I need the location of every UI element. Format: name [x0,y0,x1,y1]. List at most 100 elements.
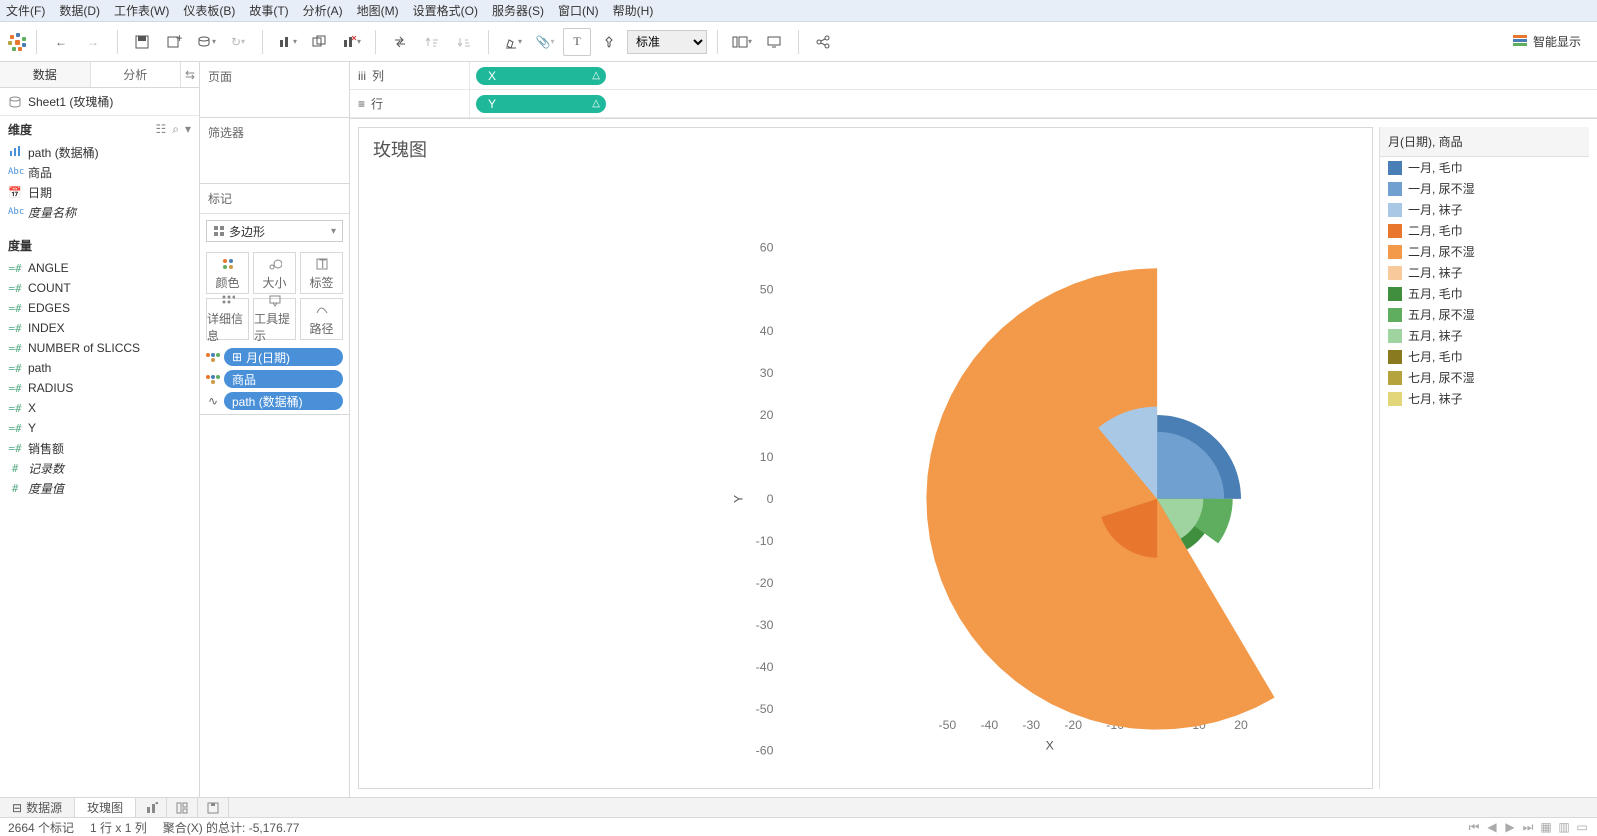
duplicate-sheet-button[interactable] [305,28,333,56]
measure-field[interactable]: =#COUNT [0,278,199,298]
highlight-button[interactable]: ▾ [499,28,527,56]
nav-prev-icon[interactable]: ◀ [1485,820,1499,835]
filmstrip-icon[interactable]: ▦ [1539,820,1553,835]
menu-dashboard[interactable]: 仪表板(B) [183,2,235,19]
color-pill-month[interactable]: ⊞月(日期) [206,348,343,366]
filters-card[interactable]: 筛选器 [200,118,349,184]
rows-label: 行 [371,95,383,112]
measure-field[interactable]: #记录数 [0,458,199,478]
sort-desc-button[interactable] [450,28,478,56]
datasource-row[interactable]: Sheet1 (玫瑰桶) [0,88,199,116]
clear-sheet-button[interactable]: ▾ [337,28,365,56]
menu-file[interactable]: 文件(F) [6,2,45,19]
legend-item[interactable]: 七月, 毛巾 [1380,346,1589,367]
mark-color-button[interactable]: 颜色 [206,252,249,294]
menu-story[interactable]: 故事(T) [249,2,288,19]
menu-worksheet[interactable]: 工作表(W) [114,2,169,19]
measure-field[interactable]: =#NUMBER of SLICCS [0,338,199,358]
tab-connect-icon[interactable]: ⇆ [181,62,199,87]
tab-datasource[interactable]: ⊟数据源 [0,798,75,817]
text-button[interactable]: T [563,28,591,56]
legend-item[interactable]: 一月, 毛巾 [1380,157,1589,178]
legend-item[interactable]: 一月, 尿不湿 [1380,178,1589,199]
new-worksheet-tab[interactable]: + [136,798,167,817]
nav-next-icon[interactable]: ▶ [1503,820,1517,835]
measure-field[interactable]: =#path [0,358,199,378]
menu-server[interactable]: 服务器(S) [492,2,544,19]
menu-format[interactable]: 设置格式(O) [413,2,478,19]
menu-map[interactable]: 地图(M) [357,2,399,19]
mark-detail-button[interactable]: 详细信息 [206,298,249,340]
measure-field[interactable]: =#X [0,398,199,418]
tabs-icon[interactable]: ▭ [1575,820,1589,835]
sheets-icon[interactable]: ▥ [1557,820,1571,835]
refresh-button[interactable]: ↻▾ [224,28,252,56]
mark-label-button[interactable]: T标签 [300,252,343,294]
legend-item[interactable]: 一月, 袜子 [1380,199,1589,220]
menu-window[interactable]: 窗口(N) [558,2,599,19]
chart-card[interactable]: 玫瑰图 -60-50-40-30-20-100102030405060 -50-… [358,127,1373,789]
menu-help[interactable]: 帮助(H) [613,2,654,19]
tab-sheet-rose[interactable]: 玫瑰图 [75,798,136,817]
mark-size-button[interactable]: 大小 [253,252,296,294]
color-pill-product[interactable]: 商品 [206,370,343,388]
share-button[interactable] [809,28,837,56]
measure-field[interactable]: =#RADIUS [0,378,199,398]
rows-shelf[interactable]: ≡行 Y△ [350,90,1597,118]
legend-item[interactable]: 二月, 毛巾 [1380,220,1589,241]
measure-field[interactable]: #度量值 [0,478,199,498]
path-pill[interactable]: ∿ path (数据桶) [206,392,343,410]
search-field-icon[interactable]: ⌕ [172,122,179,137]
dimension-field[interactable]: 📅日期 [0,182,199,202]
swap-button[interactable] [386,28,414,56]
show-cards-button[interactable]: ▾ [728,28,756,56]
measure-field[interactable]: =#INDEX [0,318,199,338]
rose-chart[interactable]: -60-50-40-30-20-100102030405060 -50-40-3… [359,128,1372,788]
mark-type-select[interactable]: 多边形 [206,220,343,242]
legend-item[interactable]: 五月, 袜子 [1380,325,1589,346]
dimension-field[interactable]: Abc度量名称 [0,202,199,222]
back-button[interactable]: ← [47,28,75,56]
row-pill-y[interactable]: Y△ [476,95,606,113]
measure-field[interactable]: =#EDGES [0,298,199,318]
mark-path-button[interactable]: 路径 [300,298,343,340]
legend-item[interactable]: 五月, 毛巾 [1380,283,1589,304]
measure-field[interactable]: =#ANGLE [0,258,199,278]
forward-button[interactable]: → [79,28,107,56]
sort-asc-button[interactable] [418,28,446,56]
save-button[interactable] [128,28,156,56]
dimension-field[interactable]: path (数据桶) [0,142,199,162]
measure-field[interactable]: =#Y [0,418,199,438]
pages-card[interactable]: 页面 [200,62,349,118]
new-dashboard-tab[interactable] [167,798,198,817]
columns-shelf[interactable]: iii列 X△ [350,62,1597,90]
legend-item[interactable]: 七月, 袜子 [1380,388,1589,409]
tab-analysis[interactable]: 分析 [91,62,182,87]
dimension-field[interactable]: Abc商品 [0,162,199,182]
nav-first-icon[interactable]: ⏮ [1467,820,1481,835]
tab-data[interactable]: 数据 [0,62,91,87]
legend-item[interactable]: 七月, 尿不湿 [1380,367,1589,388]
legend-item[interactable]: 五月, 尿不湿 [1380,304,1589,325]
pin-button[interactable] [595,28,623,56]
menu-analysis[interactable]: 分析(A) [303,2,343,19]
pause-autoupdate-button[interactable]: ▾ [192,28,220,56]
group-button[interactable]: 📎▾ [531,28,559,56]
tableau-logo-icon[interactable] [8,33,26,51]
fields-menu-icon[interactable]: ▾ [185,122,191,137]
view-as-icon[interactable]: ☷ [155,122,166,137]
new-story-tab[interactable] [198,798,229,817]
fit-select[interactable]: 标准 [627,30,707,54]
legend-item[interactable]: 二月, 袜子 [1380,262,1589,283]
menu-data[interactable]: 数据(D) [59,2,100,19]
show-me-button[interactable]: 智能显示 [1505,29,1589,54]
legend-item[interactable]: 二月, 尿不湿 [1380,241,1589,262]
measure-field[interactable]: =#销售额 [0,438,199,458]
mark-tooltip-button[interactable]: 工具提示 [253,298,296,340]
new-datasource-button[interactable]: + [160,28,188,56]
new-worksheet-button[interactable]: ▾ [273,28,301,56]
nav-last-icon[interactable]: ⏭ [1521,820,1535,835]
presentation-button[interactable] [760,28,788,56]
viz-area: iii列 X△ ≡行 Y△ 玫瑰图 -60-50-40-30-20-100102… [350,62,1597,797]
column-pill-x[interactable]: X△ [476,67,606,85]
